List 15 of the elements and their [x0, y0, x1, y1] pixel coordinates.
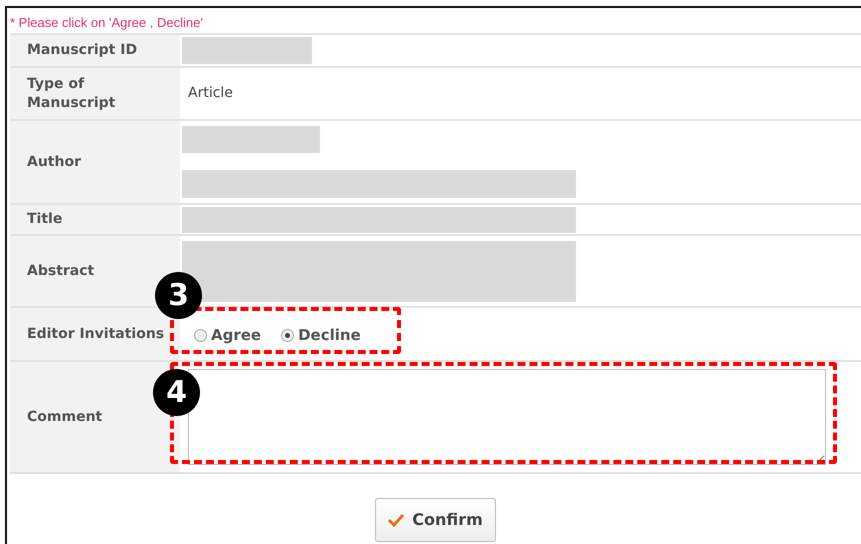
checkmark-icon: [388, 513, 404, 527]
confirm-button[interactable]: Confirm: [375, 498, 496, 542]
notice-text: * Please click on 'Agree , Decline': [10, 14, 203, 32]
field-label: Manuscript ID: [27, 41, 138, 60]
field-label: Author: [27, 152, 81, 172]
field-label: Editor Invitations: [27, 324, 164, 344]
field-label: Type of Manuscript: [27, 74, 116, 112]
field-label: Abstract: [27, 262, 94, 280]
field-label: Title: [27, 210, 62, 229]
radio-option[interactable]: Agree: [194, 324, 262, 346]
field-value: Article: [187, 84, 233, 103]
radio-button[interactable]: [194, 328, 207, 342]
radio-button[interactable]: [281, 328, 294, 342]
radio-option[interactable]: Decline: [281, 324, 361, 346]
field-label: Comment: [27, 408, 102, 426]
